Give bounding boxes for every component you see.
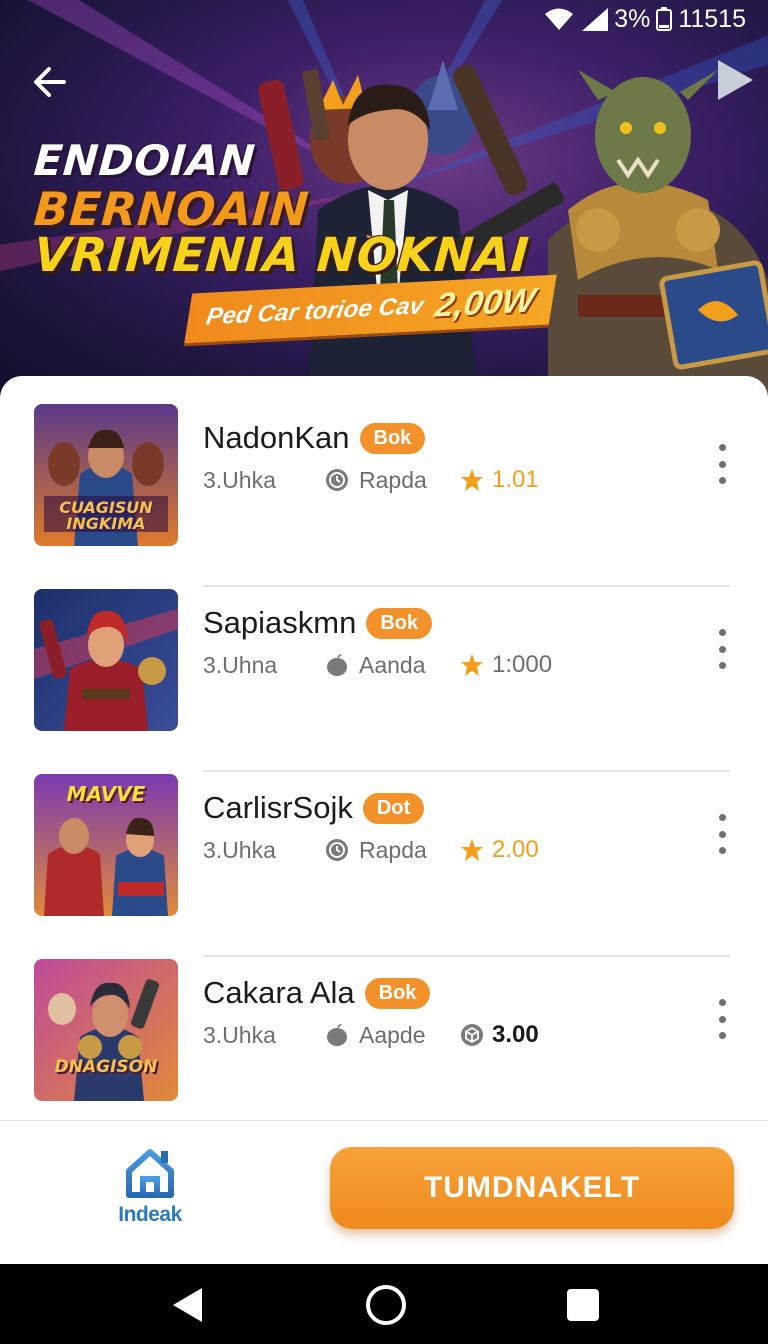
game-meta-primary: 3.Uhka (203, 466, 276, 493)
thumbnail-caption: CUAGISUN INGKIMA (59, 498, 153, 533)
dot-icon (718, 814, 726, 821)
dot-icon (718, 645, 726, 653)
game-badge: Bok (366, 607, 433, 639)
hero-title-line-3: VRIMENIA NOKNAI (32, 228, 531, 283)
star-icon (461, 654, 483, 676)
cube-icon (461, 1024, 483, 1046)
game-rating: 2.00 (492, 836, 539, 863)
game-name: CarlisrSojk (203, 790, 353, 825)
game-row[interactable]: Sapiaskmn Bok 3.Uhna Aanda 1:000 (0, 587, 768, 772)
game-meta-secondary: Aapde (359, 1021, 426, 1048)
thumbnail-caption: MAVVE (66, 782, 146, 806)
bottom-action-bar: Indeak TUMDNAKELT (0, 1120, 768, 1264)
fruit-icon (327, 654, 347, 676)
dot-icon (718, 662, 726, 669)
more-options-button[interactable] (712, 629, 732, 669)
more-options-button[interactable] (712, 814, 732, 854)
game-rating: 1.01 (492, 466, 539, 493)
dot-icon (718, 1032, 726, 1039)
game-meta-secondary: Rapda (359, 836, 427, 863)
clock-time: 11515 (678, 4, 746, 33)
arrow-left-icon (34, 67, 66, 97)
game-badge: Bok (364, 977, 431, 1009)
game-list-card: CUAGISUN INGKIMA NadonKan Bok 3.Uhka Rap… (0, 376, 768, 1126)
game-badge: Bok (359, 422, 426, 454)
dot-icon (718, 629, 726, 636)
game-meta-primary: 3.Uhka (203, 1021, 276, 1048)
app-screen: 3% 11515 ENDOIAN BERNOAIN VRIMENIA NOKNA… (0, 0, 768, 1344)
star-icon (461, 469, 483, 491)
dot-icon (718, 830, 726, 838)
game-art-image (34, 959, 178, 1101)
home-label: Indeak (118, 1203, 182, 1226)
clock-icon (326, 469, 348, 491)
dot-icon (718, 460, 726, 468)
signal-icon (582, 8, 609, 31)
clock-icon (326, 839, 348, 861)
game-thumbnail[interactable]: DNAGISON (34, 959, 178, 1101)
game-thumbnail[interactable]: CUAGISUN INGKIMA (34, 404, 178, 546)
game-meta-primary: 3.Uhka (203, 836, 276, 863)
more-options-button[interactable] (712, 999, 732, 1039)
home-icon (126, 1149, 174, 1198)
game-thumbnail[interactable] (34, 589, 178, 731)
game-row[interactable]: DNAGISON Cakara Ala Bok 3.Uhka Aapde 3.0… (0, 957, 768, 1142)
circle-home-icon (366, 1285, 406, 1325)
game-meta-secondary: Aanda (359, 651, 426, 678)
hero-title-line-1: ENDOIAN (32, 136, 257, 185)
battery-percent: 3% (614, 4, 651, 33)
game-badge: Dot (362, 792, 425, 824)
home-tab[interactable]: Indeak (108, 1147, 192, 1227)
battery-icon (656, 7, 673, 31)
game-rating: 1:000 (492, 651, 553, 678)
dot-icon (718, 999, 726, 1006)
game-thumbnail[interactable]: MAVVE (34, 774, 178, 916)
fruit-icon (327, 1024, 347, 1046)
star-icon (461, 839, 483, 861)
game-row[interactable]: MAVVE CarlisrSojk Dot 3.Uhka Rapda 2.00 (0, 772, 768, 957)
dot-icon (718, 1015, 726, 1023)
promo-amount: 2,00W (432, 281, 538, 325)
promo-text: Ped Car torioe Cav (204, 292, 426, 331)
game-list: CUAGISUN INGKIMA NadonKan Bok 3.Uhka Rap… (0, 376, 768, 1142)
system-navigation-bar (0, 1264, 768, 1344)
dot-icon (718, 847, 726, 854)
dot-icon (718, 477, 726, 484)
game-name: Cakara Ala (203, 975, 355, 1010)
triangle-back-icon (173, 1288, 202, 1322)
hero-characters-illustration (258, 60, 768, 400)
wifi-icon (545, 8, 574, 30)
game-art-image (34, 589, 178, 731)
nav-recents-button[interactable] (562, 1284, 604, 1326)
nav-home-button[interactable] (365, 1284, 407, 1326)
game-meta-primary: 3.Uhna (203, 651, 278, 678)
game-name: Sapiaskmn (203, 605, 357, 640)
primary-action-button[interactable]: TUMDNAKELT (330, 1147, 734, 1229)
back-button[interactable] (26, 58, 74, 106)
game-row[interactable]: CUAGISUN INGKIMA NadonKan Bok 3.Uhka Rap… (0, 402, 768, 587)
thumbnail-caption: DNAGISON (54, 1057, 158, 1077)
hero-banner: 3% 11515 ENDOIAN BERNOAIN VRIMENIA NOKNA… (0, 0, 768, 400)
game-name: NadonKan (203, 420, 350, 455)
game-rating: 3.00 (492, 1021, 539, 1048)
status-bar: 3% 11515 (544, 0, 746, 38)
more-options-button[interactable] (712, 444, 732, 484)
nav-back-button[interactable] (166, 1284, 208, 1326)
square-recents-icon (567, 1289, 599, 1321)
game-meta-secondary: Rapda (359, 466, 427, 493)
dot-icon (718, 444, 726, 451)
